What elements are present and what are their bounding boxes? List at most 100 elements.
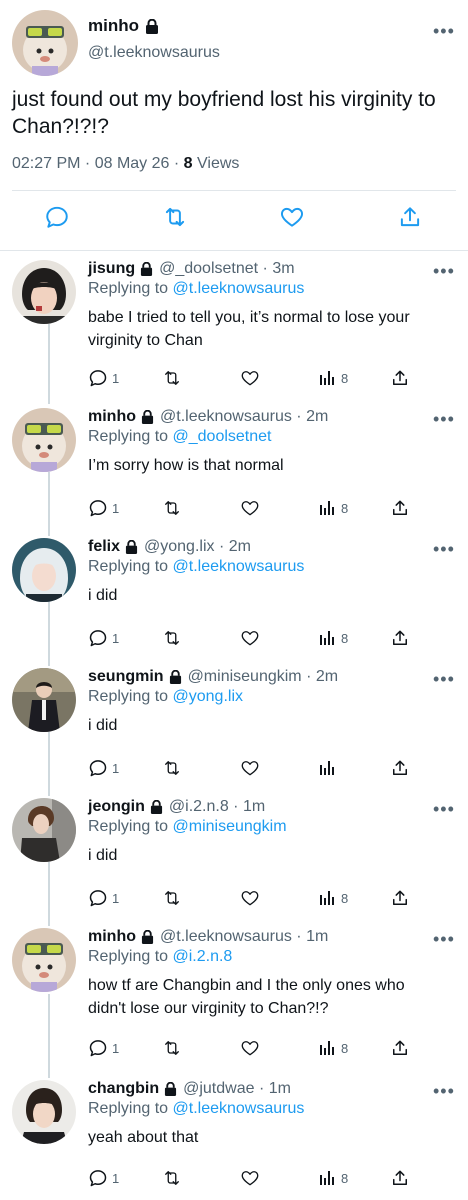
like-icon[interactable]	[239, 1168, 261, 1188]
separator-dot: ·	[291, 408, 307, 425]
more-icon[interactable]: •••	[433, 800, 455, 818]
relative-time[interactable]: 2m	[316, 668, 338, 686]
reply-button[interactable]: 1	[88, 1038, 119, 1058]
more-icon[interactable]: •••	[433, 670, 455, 688]
author-name[interactable]: minho	[88, 408, 136, 426]
views-icon[interactable]: 8	[317, 368, 348, 388]
author-name[interactable]: minho	[88, 16, 159, 36]
replying-to-handle[interactable]: @miniseungkim	[173, 818, 287, 835]
avatar[interactable]	[12, 10, 78, 76]
avatar[interactable]	[12, 260, 76, 324]
like-icon[interactable]	[239, 628, 261, 648]
author-handle[interactable]: @_doolsetnet	[159, 260, 258, 278]
retweet-icon[interactable]	[161, 368, 183, 388]
share-icon[interactable]	[390, 498, 410, 518]
replying-to-handle[interactable]: @yong.lix	[173, 688, 244, 705]
replying-to-handle[interactable]: @_doolsetnet	[173, 428, 272, 445]
retweet-icon[interactable]	[161, 204, 189, 232]
retweet-icon[interactable]	[161, 498, 183, 518]
reply-icon[interactable]	[44, 204, 72, 232]
relative-time[interactable]: 1m	[243, 798, 265, 816]
replying-to-handle[interactable]: @i.2.n.8	[173, 948, 233, 965]
author-handle[interactable]: @t.leeknowsaurus	[88, 44, 220, 62]
separator-dot: ·	[214, 538, 229, 555]
author-name[interactable]: felix	[88, 538, 120, 556]
share-icon[interactable]	[390, 1168, 410, 1188]
author-handle[interactable]: @miniseungkim	[188, 668, 302, 686]
author-handle[interactable]: @yong.lix	[144, 538, 215, 556]
replying-to-handle[interactable]: @t.leeknowsaurus	[173, 280, 305, 297]
relative-time[interactable]: 1m	[269, 1080, 291, 1098]
more-icon[interactable]: •••	[433, 1082, 455, 1100]
reply-header: jisung @_doolsetnet · 3m	[88, 260, 295, 278]
avatar[interactable]	[12, 928, 76, 992]
views-count: 8	[341, 1040, 349, 1056]
author-handle[interactable]: @t.leeknowsaurus	[160, 928, 292, 946]
author-name[interactable]: seungmin	[88, 668, 164, 686]
avatar[interactable]	[12, 798, 76, 862]
views-icon[interactable]	[317, 758, 341, 778]
author-name[interactable]: jeongin	[88, 798, 145, 816]
like-icon[interactable]	[239, 368, 261, 388]
share-icon[interactable]	[390, 758, 410, 778]
author-name[interactable]: changbin	[88, 1080, 159, 1098]
reply-count: 1	[112, 630, 120, 646]
more-icon[interactable]: •••	[433, 262, 455, 280]
views-icon[interactable]: 8	[317, 628, 348, 648]
views-count: 8	[341, 630, 349, 646]
separator-dot: ·	[254, 1080, 269, 1097]
share-icon[interactable]	[390, 368, 410, 388]
reply-button[interactable]: 1	[88, 628, 119, 648]
views-count: 8	[341, 890, 349, 906]
reply-button[interactable]: 1	[88, 368, 119, 388]
relative-time[interactable]: 1m	[306, 928, 328, 946]
reply-button[interactable]: 1	[88, 498, 119, 518]
reply-text: i did	[88, 847, 118, 864]
relative-time[interactable]: 3m	[272, 260, 294, 278]
avatar[interactable]	[12, 538, 76, 602]
author-handle[interactable]: @jutdwae	[183, 1080, 254, 1098]
retweet-icon[interactable]	[161, 758, 183, 778]
reply-count: 1	[112, 1170, 120, 1186]
views-icon[interactable]: 8	[317, 498, 348, 518]
like-icon[interactable]	[239, 1038, 261, 1058]
like-icon[interactable]	[239, 758, 261, 778]
views-icon[interactable]: 8	[317, 1168, 348, 1188]
author-name[interactable]: minho	[88, 928, 136, 946]
views-icon[interactable]: 8	[317, 888, 348, 908]
retweet-icon[interactable]	[161, 1168, 183, 1188]
replying-to-label: Replying to	[88, 948, 169, 965]
replying-to-label: Replying to	[88, 428, 169, 445]
replying-to-handle[interactable]: @t.leeknowsaurus	[173, 558, 305, 575]
reply-button[interactable]: 1	[88, 1168, 119, 1188]
avatar[interactable]	[12, 668, 76, 732]
share-icon[interactable]	[390, 888, 410, 908]
relative-time[interactable]: 2m	[229, 538, 251, 556]
more-icon[interactable]: •••	[433, 410, 455, 428]
like-icon[interactable]	[239, 888, 261, 908]
reply-button[interactable]: 1	[88, 888, 119, 908]
more-icon[interactable]: •••	[433, 930, 455, 948]
avatar[interactable]	[12, 1080, 76, 1144]
retweet-icon[interactable]	[161, 888, 183, 908]
reply-text: i did	[88, 717, 118, 734]
like-icon[interactable]	[239, 498, 261, 518]
retweet-icon[interactable]	[161, 628, 183, 648]
replying-to: Replying to @t.leeknowsaurus	[88, 558, 304, 576]
author-handle[interactable]: @t.leeknowsaurus	[160, 408, 292, 426]
share-icon[interactable]	[397, 204, 425, 232]
retweet-icon[interactable]	[161, 1038, 183, 1058]
replying-to-handle[interactable]: @t.leeknowsaurus	[173, 1100, 305, 1117]
relative-time[interactable]: 2m	[306, 408, 328, 426]
like-icon[interactable]	[279, 204, 307, 232]
author-handle[interactable]: @i.2.n.8	[169, 798, 229, 816]
reply-button[interactable]: 1	[88, 758, 119, 778]
author-name[interactable]: jisung	[88, 260, 135, 278]
more-icon[interactable]: •••	[433, 22, 455, 40]
thread-line	[48, 472, 50, 536]
views-icon[interactable]: 8	[317, 1038, 348, 1058]
more-icon[interactable]: •••	[433, 540, 455, 558]
share-icon[interactable]	[390, 1038, 410, 1058]
avatar[interactable]	[12, 408, 76, 472]
share-icon[interactable]	[390, 628, 410, 648]
